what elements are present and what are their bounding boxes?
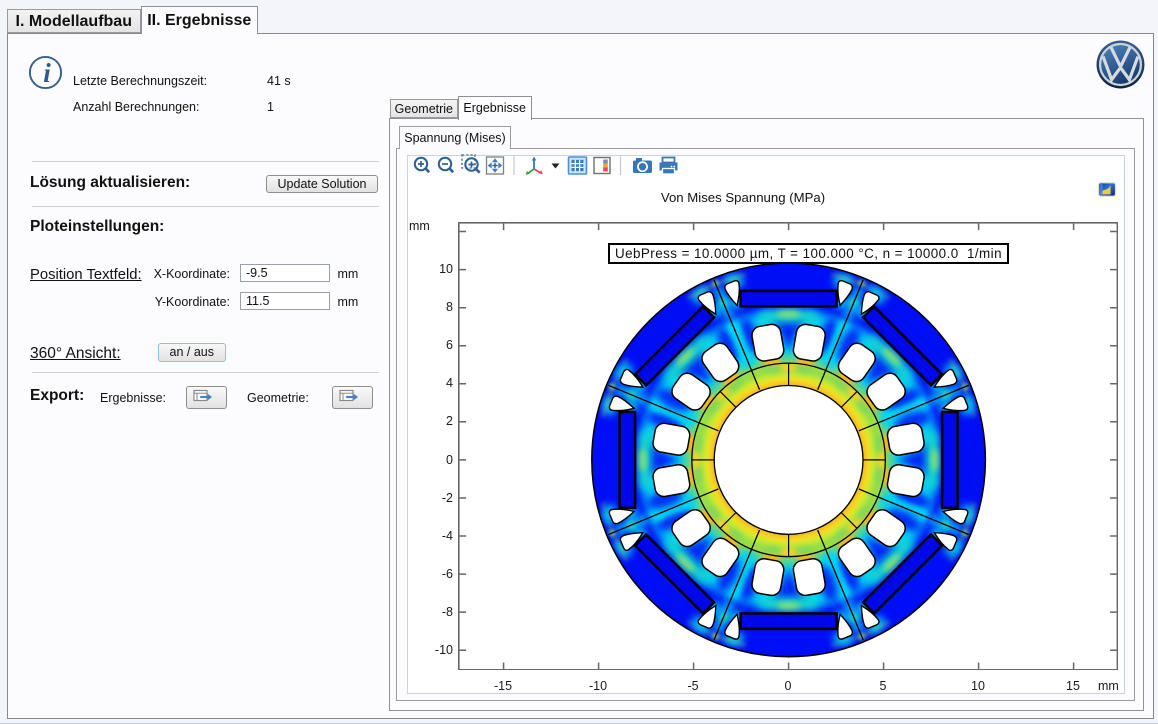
svg-text:i: i bbox=[43, 58, 51, 88]
